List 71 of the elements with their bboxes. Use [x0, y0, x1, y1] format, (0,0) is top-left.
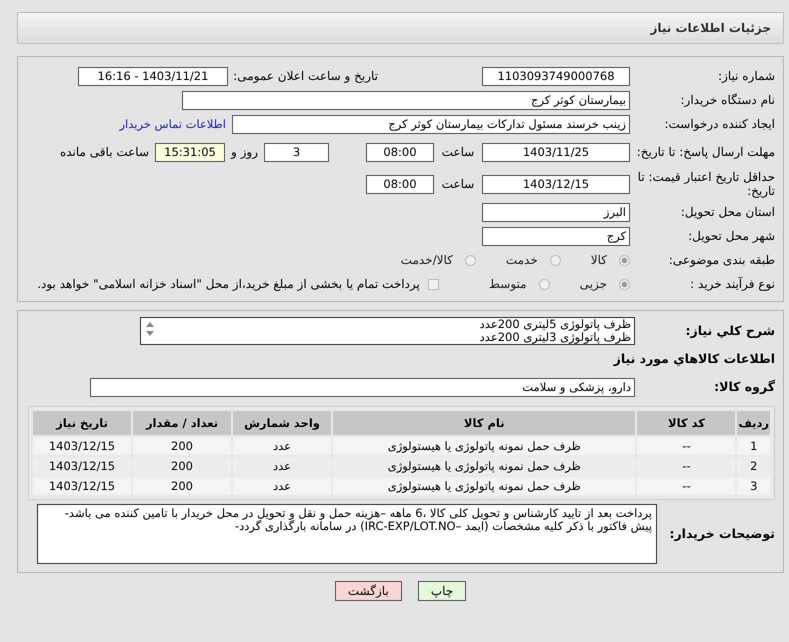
description-line: ظرف پاتولوژی 3لیتری 200عدد [478, 331, 631, 344]
buyer-notes-box[interactable]: پرداخت بعد از تایید کارشناس و تحویل کلی کالا ،6 ماهه –هزینه حمل و نقل و تحویل در محل خریدار با تامین کننده می باشد- پیش فاکتور با ذکر کلیه مشخصات (ایمد –IRC-EXP/LOT.NO) در سامانه بارگذاری گردد- [37, 504, 657, 564]
description-line: ظرف پاتولوژی 5لیتری 200عدد [478, 318, 631, 331]
checkbox-label: پرداخت تمام یا بخشی از مبلغ خرید،از محل "اسناد خزانه اسلامی" خواهد بود. [37, 277, 420, 291]
table-cell: 200 [133, 437, 231, 455]
action-button[interactable]: چاپ [418, 581, 466, 601]
field-label: طبقه بندی موضوعی: [668, 253, 775, 267]
remaining-field: 15:31:05 [155, 142, 225, 162]
time-label: ساعت [440, 177, 476, 191]
column-header: تاریخ نیاز [33, 411, 131, 435]
field-label: گروه کالا: [713, 380, 775, 394]
table-cell: 200 [133, 477, 231, 495]
table-cell: ظرف حمل نمونه پاتولوژی یا هیستولوژی [333, 477, 636, 495]
contact-link[interactable]: اطلاعات تماس خریدار [119, 117, 226, 131]
field-label: مهلت ارسال پاسخ: تا تاریخ: [636, 145, 775, 159]
radio-icon[interactable] [464, 254, 476, 266]
days-label: روز و [231, 145, 258, 159]
notes-line: پرداخت بعد از تایید کارشناس و تحویل کلی کالا ،6 ماهه –هزینه حمل و نقل و تحویل در محل خریدار با تامین کننده می باشد- [64, 507, 652, 520]
column-header: تعداد / مقدار [133, 411, 231, 435]
field-label: نوع فرآیند خرید : [689, 277, 775, 291]
radio-option[interactable]: کالا/خدمت [400, 253, 476, 267]
column-header: کد کالا [637, 411, 736, 435]
announce-date-field: 1403/11/21 - 16:16 [78, 66, 228, 86]
column-header: واحد شمارش [233, 411, 331, 435]
table-cell: 1403/12/15 [33, 437, 131, 455]
city-field: کرج [482, 226, 630, 246]
requester-field: زینب خرسند مسئول تداركات بیمارستان کوثر کرج [232, 114, 630, 134]
time-field: 08:00 [366, 174, 434, 194]
page-title: جزئیات اطلاعات نیاز [650, 21, 771, 35]
date-field: 1403/11/25 [482, 142, 630, 162]
table-cell: -- [637, 477, 736, 495]
time-field: 08:00 [366, 142, 434, 162]
radio-icon[interactable] [619, 278, 630, 290]
field-label: حداقل تاریخ اعتبار قیمت: تا تاریخ: [636, 170, 775, 198]
radio-icon[interactable] [619, 254, 630, 266]
radio-option[interactable]: جزیی [580, 277, 630, 291]
time-label: ساعت [440, 145, 476, 159]
field-label: نام دستگاه خریدار: [680, 93, 775, 107]
days-field: 3 [264, 142, 329, 162]
remaining-label: ساعت باقی مانده [60, 145, 149, 159]
column-header: نام کالا [333, 411, 636, 435]
goods-group-field: دارو، پزشکی و سلامت [90, 378, 635, 396]
table-cell: 1 [737, 437, 770, 455]
buyer-field: بیمارستان کوثر کرج [182, 90, 630, 110]
action-button[interactable]: بازگشت [334, 581, 402, 601]
table-cell: 3 [737, 477, 770, 495]
table-cell: -- [637, 437, 736, 455]
radio-icon[interactable] [550, 254, 561, 266]
field-label: شهر محل تحویل: [687, 229, 775, 243]
description-box[interactable]: ظرف پاتولوژی 5لیتری 200عدد ظرف پاتولوژی 3لیتری 200عدد [140, 317, 635, 345]
field-label: ایجاد کننده درخواست: [663, 117, 775, 131]
radio-option[interactable]: کالا [590, 253, 630, 267]
checkbox[interactable] [428, 278, 439, 290]
radio-icon[interactable] [538, 278, 550, 290]
table-cell: عدد [233, 437, 331, 455]
need-number-field: 1103093749000768 [482, 66, 630, 86]
radio-option[interactable]: متوسط [488, 277, 550, 291]
section-heading: اطلاعات کالاهاي مورد نياز [612, 351, 775, 366]
column-header: ردیف [737, 411, 770, 435]
field-label: شرح کلي نياز: [684, 324, 775, 338]
table-cell: عدد [233, 477, 331, 495]
field-label: تاریخ و ساعت اعلان عمومی: [232, 69, 378, 83]
radio-option[interactable]: خدمت [506, 253, 561, 267]
field-label: شماره نیاز: [717, 69, 775, 83]
date-field: 1403/12/15 [482, 174, 630, 194]
province-field: البرز [482, 202, 630, 222]
table-cell: 1403/12/15 [33, 477, 131, 495]
notes-line: پیش فاکتور با ذکر کلیه مشخصات (ایمد –IRC-EXP/LOT.NO) در سامانه بارگذاری گردد- [234, 520, 652, 533]
field-label: استان محل تحویل: [680, 205, 775, 219]
table-cell: ظرف حمل نمونه پاتولوژی یا هیستولوژی [333, 437, 636, 455]
field-label: توضیحات خریدار: [668, 527, 775, 541]
